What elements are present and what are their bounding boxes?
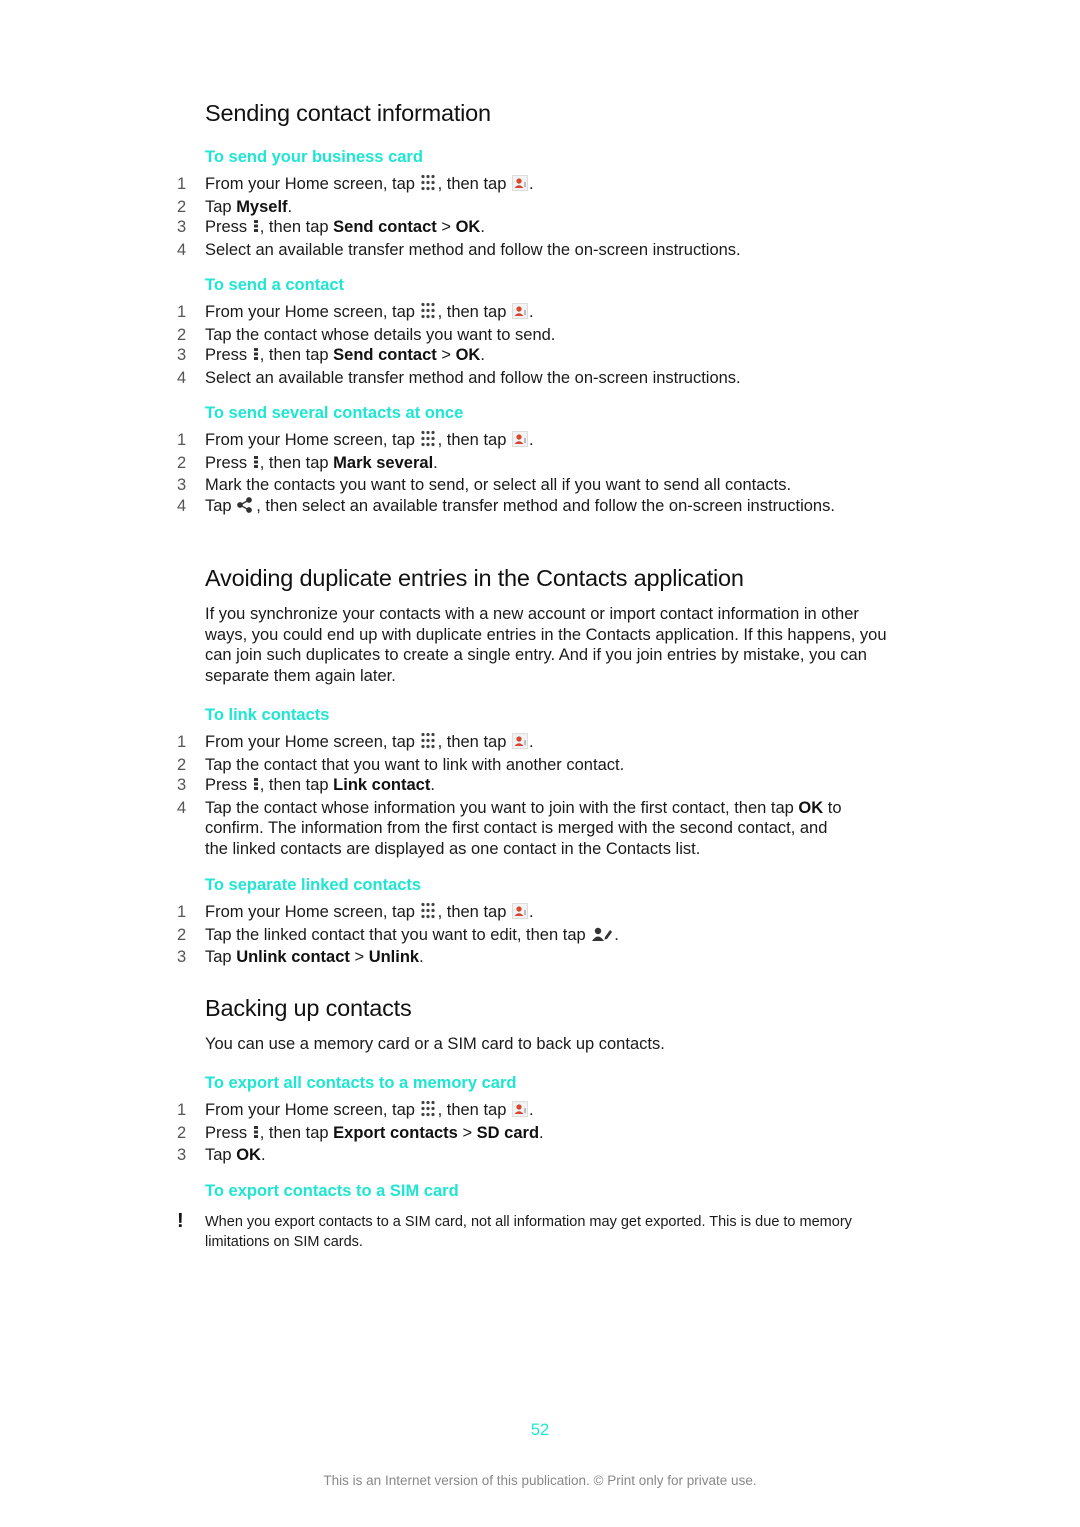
- ui-label: OK: [798, 798, 824, 817]
- step-number: 2: [177, 325, 187, 344]
- ui-label: Unlink: [368, 948, 420, 966]
- apps-grid-icon: [420, 902, 437, 925]
- list-item: 2 Tap Myself.: [177, 197, 293, 216]
- page-number: 52: [530, 1421, 550, 1439]
- ui-label: OK: [455, 218, 481, 236]
- step-number: 3: [177, 218, 187, 236]
- step-number: 4: [177, 240, 187, 259]
- overflow-menu-icon: [253, 346, 259, 368]
- step-number: 3: [177, 776, 187, 794]
- list-item: 4 Select an available transfer method and…: [177, 240, 741, 259]
- step-number: 4: [177, 496, 187, 515]
- apps-grid-icon: [420, 302, 437, 325]
- apps-grid-icon: [420, 174, 437, 197]
- step-number: 3: [177, 948, 187, 966]
- overflow-menu-icon: [253, 218, 259, 240]
- step-number: 1: [177, 303, 187, 321]
- contacts-app-icon: [511, 733, 528, 755]
- list-item: 3 Mark the contacts you want to send, or …: [177, 476, 792, 494]
- list-item: 2 Tap the linked contact that you want to…: [0, 925, 845, 948]
- overflow-menu-icon: [253, 776, 259, 798]
- list-item: 1 From your Home screen, tap , then tap .: [0, 302, 845, 325]
- section-title: Backing up contacts: [205, 995, 412, 1021]
- procedure-title: To send several contacts at once: [205, 404, 464, 422]
- note-text: When you export contacts to a SIM card, …: [205, 1214, 852, 1250]
- procedure-title: To export all contacts to a memory card: [205, 1074, 517, 1092]
- ui-label: OK: [455, 346, 481, 364]
- step-number: 1: [177, 431, 187, 449]
- procedure-title: To send your business card: [205, 148, 423, 166]
- list-item: 4 Tap , then select an available transfer…: [0, 496, 845, 519]
- step-number: 3: [177, 346, 187, 364]
- warning-icon: !: [177, 1210, 184, 1232]
- step-number: 1: [177, 733, 187, 751]
- ui-label: Link contact: [333, 776, 431, 794]
- manual-page: Sending contact information To send your…: [0, 0, 1080, 1527]
- section-title: Sending contact information: [205, 100, 491, 126]
- apps-grid-icon: [420, 1100, 437, 1123]
- overflow-menu-icon: [253, 454, 259, 476]
- share-icon: [237, 496, 255, 519]
- ui-label: Export contacts: [333, 1123, 458, 1142]
- procedure-title: To export contacts to a SIM card: [205, 1182, 459, 1200]
- step-number: 2: [177, 755, 187, 774]
- step-list: 1 From your Home screen, tap , then tap .…: [0, 430, 900, 518]
- step-number: 3: [177, 476, 187, 494]
- step-number: 2: [177, 197, 187, 216]
- list-item: 3 Press , then tap Send contact > OK.: [0, 345, 845, 368]
- ui-label: Unlink contact: [236, 948, 350, 966]
- apps-grid-icon: [420, 732, 437, 755]
- step-number: 2: [177, 1123, 187, 1142]
- list-item: 1 From your Home screen, tap , then tap .: [0, 174, 845, 197]
- footer-notice: This is an Internet version of this publ…: [323, 1473, 757, 1488]
- step-number: 4: [177, 798, 187, 817]
- contacts-app-icon: [511, 903, 528, 925]
- list-item: 3 Press , then tap Send contact > OK.: [0, 217, 845, 240]
- step-list: 1 From your Home screen, tap , then tap .…: [0, 902, 900, 968]
- list-item: 2 Tap the contact whose details you want …: [177, 325, 556, 344]
- step-number: 1: [177, 1101, 187, 1119]
- list-item: 3 Press , then tap Link contact.: [0, 775, 845, 798]
- contacts-app-icon: [511, 303, 528, 325]
- overflow-menu-icon: [253, 1124, 259, 1146]
- section-title: Avoiding duplicate entries in the Contac…: [205, 565, 744, 591]
- ui-label: Mark several: [333, 453, 434, 472]
- apps-grid-icon: [420, 430, 437, 453]
- step-number: 2: [177, 453, 187, 472]
- step-number: 1: [177, 175, 187, 193]
- list-item: 2 Tap the contact that you want to link w…: [177, 755, 625, 774]
- step-number: 4: [177, 368, 187, 387]
- procedure-title: To send a contact: [205, 276, 345, 294]
- step-list: 1 From your Home screen, tap , then tap .…: [0, 732, 900, 859]
- section-intro: You can use a memory card or a SIM card …: [205, 1035, 665, 1053]
- section-intro: If you synchronize your contacts with a …: [205, 605, 887, 685]
- list-item: 2 Press , then tap Export contacts > SD c…: [0, 1123, 845, 1146]
- ui-label: Myself: [236, 197, 288, 216]
- ui-label: Send contact: [333, 218, 437, 236]
- procedure-title: To separate linked contacts: [205, 876, 422, 894]
- contacts-app-icon: [511, 175, 528, 197]
- list-item: 1 From your Home screen, tap , then tap .: [0, 732, 845, 755]
- list-item: 3 Tap OK.: [177, 1146, 266, 1164]
- ui-label: SD card: [476, 1123, 540, 1142]
- edit-contact-icon: [591, 926, 613, 948]
- step-list: 1 From your Home screen, tap , then tap .…: [0, 302, 900, 388]
- ui-label: OK: [236, 1146, 261, 1164]
- step-number: 2: [177, 925, 187, 944]
- contacts-app-icon: [511, 1101, 528, 1123]
- ui-label: Send contact: [333, 346, 437, 364]
- list-item: 4 Select an available transfer method and…: [177, 368, 741, 387]
- procedure-title: To link contacts: [205, 706, 330, 724]
- list-item: 1 From your Home screen, tap , then tap .: [0, 1100, 845, 1123]
- step-list: 1 From your Home screen, tap , then tap .…: [0, 174, 900, 260]
- step-number: 3: [177, 1146, 187, 1164]
- list-item: 2 Press , then tap Mark several.: [0, 453, 845, 476]
- list-item: 3 Tap Unlink contact > Unlink.: [177, 948, 424, 966]
- step-list: 1 From your Home screen, tap , then tap .…: [0, 1100, 900, 1166]
- step-number: 1: [177, 903, 187, 921]
- list-item: 1 From your Home screen, tap , then tap .: [0, 902, 845, 925]
- contacts-app-icon: [511, 431, 528, 453]
- list-item: 4 Tap the contact whose information you w…: [177, 798, 842, 858]
- list-item: 1 From your Home screen, tap , then tap .: [0, 430, 845, 453]
